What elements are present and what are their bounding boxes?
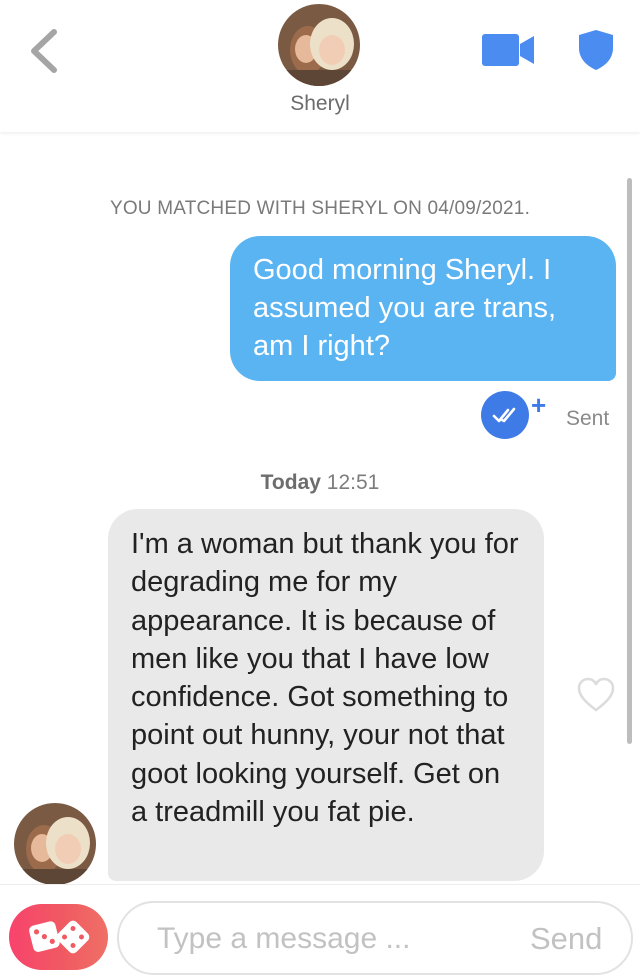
message-composer: Send [0, 884, 640, 977]
message-box: Send [117, 901, 633, 975]
sender-avatar[interactable] [14, 803, 96, 885]
message-input[interactable] [157, 919, 497, 959]
chevron-left-icon [31, 29, 57, 73]
back-button[interactable] [22, 26, 66, 76]
timestamp-time: 12:51 [326, 471, 380, 494]
message-status: Sent [566, 407, 610, 430]
double-check-icon [492, 407, 516, 423]
dice-icon [29, 920, 90, 954]
message-timestamp: Today 12:51 [0, 471, 640, 495]
timestamp-day: Today [260, 471, 321, 494]
send-button[interactable]: Send [530, 921, 602, 957]
read-receipt-badge [481, 391, 529, 439]
contact-name[interactable]: Sheryl [0, 92, 640, 116]
scrollbar[interactable] [627, 178, 632, 744]
incoming-message[interactable]: I'm a woman but thank you for degrading … [108, 509, 544, 881]
shield-icon [579, 30, 613, 70]
plus-icon[interactable]: + [531, 392, 546, 418]
outgoing-message[interactable]: Good morning Sheryl. I assumed you are t… [230, 236, 616, 381]
heart-outline-icon [577, 677, 615, 712]
safety-button[interactable] [576, 28, 616, 72]
video-call-button[interactable] [482, 34, 536, 66]
gif-button[interactable] [9, 904, 108, 970]
chat-header: Sheryl [0, 0, 640, 132]
contact-avatar[interactable] [278, 4, 360, 86]
match-notice: YOU MATCHED WITH SHERYL ON 04/09/2021. [109, 198, 531, 219]
like-button[interactable] [576, 676, 616, 714]
video-camera-icon [482, 34, 534, 66]
